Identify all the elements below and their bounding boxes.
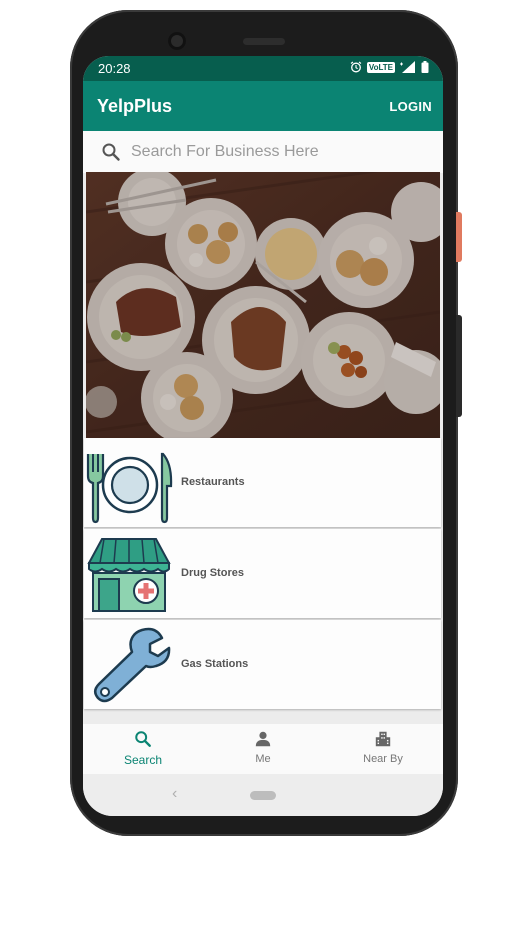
nav-me[interactable]: Me xyxy=(213,730,313,765)
earpiece-speaker xyxy=(243,38,285,45)
search-bar[interactable] xyxy=(83,131,443,173)
status-time: 20:28 xyxy=(98,61,131,76)
status-bar: 20:28 VoLTE xyxy=(83,56,443,81)
login-button[interactable]: LOGIN xyxy=(389,99,432,114)
app-screen: 20:28 VoLTE YelpPlus LOGIN Search For Bu… xyxy=(83,56,443,816)
back-chevron-icon[interactable]: ‹ xyxy=(172,785,177,803)
app-title: YelpPlus xyxy=(97,96,173,116)
category-label: Drug Stores xyxy=(181,567,244,579)
battery-icon xyxy=(421,61,429,73)
nav-search[interactable]: Search xyxy=(93,730,193,767)
drug-store-icon xyxy=(87,538,171,612)
volume-button xyxy=(456,315,462,417)
home-pill-button[interactable] xyxy=(250,791,276,800)
alarm-icon xyxy=(350,61,362,73)
food-table-illustration xyxy=(86,172,440,438)
search-icon xyxy=(102,143,120,161)
nav-label: Search xyxy=(123,753,163,767)
nav-label: Near By xyxy=(363,753,403,765)
system-navigation-bar: ‹ xyxy=(83,774,443,816)
search-input[interactable] xyxy=(131,140,421,164)
bottom-navigation: Search Me Near By xyxy=(83,724,443,774)
city-icon xyxy=(375,731,391,747)
category-label: Gas Stations xyxy=(181,658,249,670)
category-card-restaurants[interactable]: Restaurants xyxy=(84,438,441,527)
category-card-drug-stores[interactable]: Drug Stores xyxy=(84,529,441,618)
power-button xyxy=(456,212,462,262)
signal-icon xyxy=(400,61,415,73)
nav-near-by[interactable]: Near By xyxy=(333,730,433,765)
front-camera xyxy=(168,32,186,50)
wrench-icon xyxy=(94,627,171,703)
volte-badge: VoLTE xyxy=(366,61,395,73)
status-icons: VoLTE xyxy=(350,61,429,73)
app-bar: YelpPlus LOGIN xyxy=(83,81,443,131)
nav-label: Me xyxy=(255,753,271,765)
restaurant-icon xyxy=(86,452,173,524)
category-card-gas-stations[interactable]: Gas Stations xyxy=(84,620,441,709)
search-icon xyxy=(135,731,151,747)
category-label: Restaurants xyxy=(181,476,245,488)
hero-food-image xyxy=(86,172,440,438)
person-icon xyxy=(255,731,271,747)
